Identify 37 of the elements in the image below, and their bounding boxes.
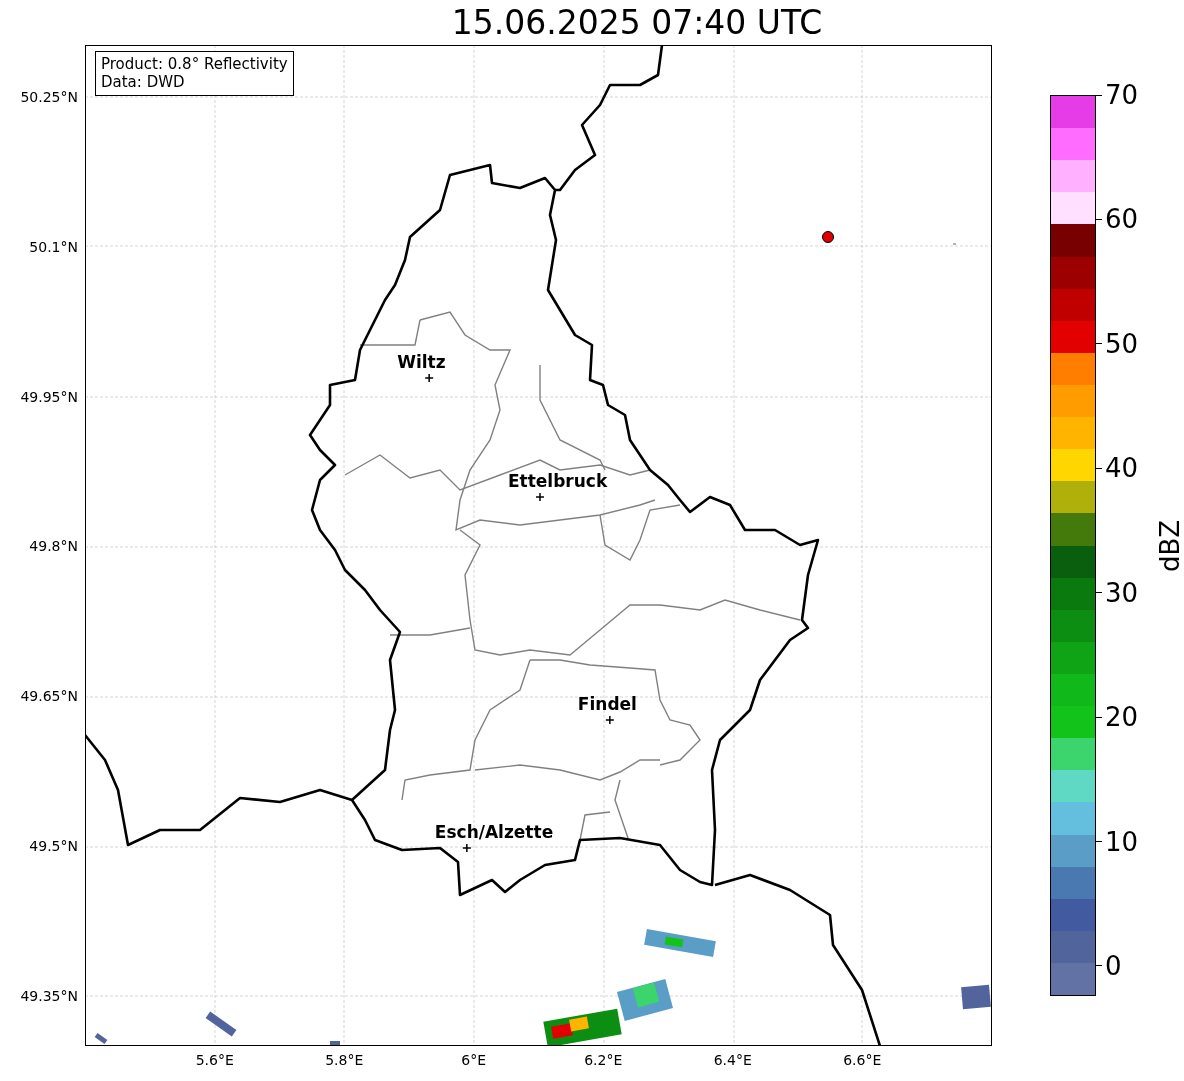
info-text: Data: DWD — [101, 73, 186, 91]
info-text: Product: 0.8° Reflectivity — [101, 55, 288, 73]
city-label: Findel — [577, 694, 637, 714]
longitude-label: 6.2°E — [584, 1051, 623, 1069]
city-marker — [462, 843, 472, 853]
radar-echo — [94, 1033, 108, 1044]
radar-echo — [330, 1041, 340, 1045]
city-marker — [535, 492, 545, 502]
colorbar-tick-label: 0 — [1105, 950, 1122, 981]
latitude-label: 49.65°N — [20, 687, 78, 706]
latitude-label: 49.5°N — [29, 837, 78, 855]
longitude-label: 6.6°E — [843, 1051, 882, 1069]
latitude-label: 49.35°N — [20, 986, 78, 1005]
colorbar-tick-label: 20 — [1105, 702, 1139, 733]
city-marker — [605, 715, 615, 725]
latitude-label: 50.1°N — [29, 237, 78, 256]
latitude-label: 49.8°N — [29, 537, 78, 556]
colorbar-tick-label: 40 — [1105, 453, 1139, 484]
radar-site-marker — [822, 231, 834, 243]
chart-title: 15.06.2025 07:40 UTC — [451, 2, 823, 44]
city-label: Wiltz — [397, 352, 446, 372]
longitude-label: 6.4°E — [713, 1051, 752, 1069]
city-marker — [424, 373, 434, 383]
colorbar-tick-label: 10 — [1105, 826, 1139, 857]
colorbar-tick-label: 70 — [1105, 80, 1139, 110]
city-label: Ettelbruck — [508, 471, 608, 491]
latitude-label: 49.95°N — [20, 387, 78, 406]
latitude-label: 50.25°N — [20, 88, 78, 106]
colorbar-tick-label: 50 — [1105, 328, 1139, 359]
radar-echo — [961, 984, 991, 1010]
colorbar-tick-label: 30 — [1105, 577, 1139, 608]
longitude-label: 6°E — [461, 1051, 487, 1069]
city-label: Esch/Alzette — [434, 822, 554, 842]
colorbar-tick-label: 60 — [1105, 204, 1139, 235]
colorbar-label: dBZ — [1155, 519, 1184, 572]
longitude-label: 5.6°E — [195, 1051, 234, 1069]
longitude-label: 5.8°E — [325, 1051, 364, 1069]
